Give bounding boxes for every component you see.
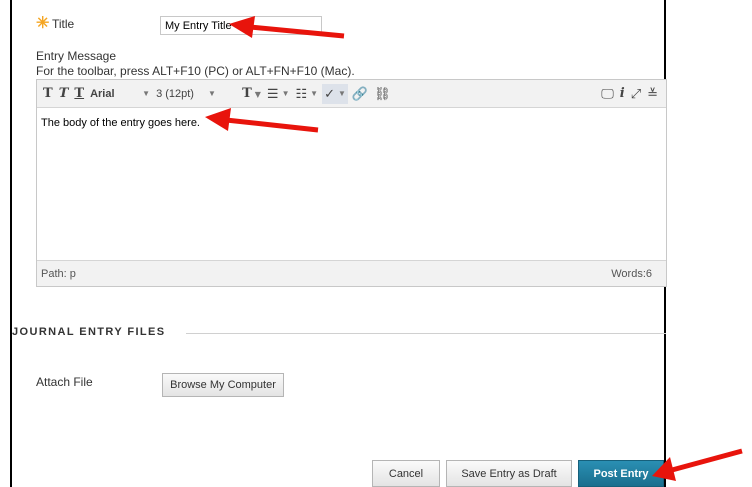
- spellcheck-icon[interactable]: ✓ ▼: [322, 83, 348, 104]
- chevron-down-icon: ▼: [207, 89, 216, 98]
- text-color-icon[interactable]: T ▼: [240, 84, 263, 104]
- editor-toolbar: T T T Arial ▼ 3 (12pt) ▼ T ▼ ☰ ▼ ☷ ▼ ✓ ▼ 🔗 ⛓…: [37, 80, 666, 108]
- editor-statusbar: Path: p Words:6: [37, 260, 666, 286]
- info-icon[interactable]: i: [618, 84, 627, 104]
- text-underline-icon[interactable]: T: [72, 84, 86, 104]
- text-italic-icon[interactable]: T: [57, 84, 71, 104]
- title-label: Title: [52, 17, 75, 31]
- path-indicator: Path: p: [41, 267, 76, 280]
- preview-icon[interactable]: 🖵: [599, 84, 616, 104]
- font-size-value: 3 (12pt): [156, 87, 194, 100]
- section-title: JOURNAL ENTRY FILES: [12, 326, 166, 338]
- font-family-value: Arial: [90, 87, 115, 100]
- arrow-post-icon: [671, 448, 743, 473]
- save-draft-button[interactable]: Save Entry as Draft: [446, 460, 572, 487]
- required-star-icon: ✳: [36, 15, 50, 32]
- section-divider: [186, 333, 666, 334]
- editor-body[interactable]: The body of the entry goes here.: [37, 109, 666, 261]
- unlink-icon[interactable]: ⛓: [372, 84, 393, 104]
- bullet-list-icon[interactable]: ☰ ▼: [265, 84, 292, 104]
- toolbar-hint: For the toolbar, press ALT+F10 (PC) or A…: [36, 64, 355, 78]
- browse-computer-button[interactable]: Browse My Computer: [162, 373, 284, 397]
- text-bold-icon[interactable]: T: [41, 84, 55, 104]
- expand-toolbar-icon[interactable]: ≚: [645, 84, 660, 104]
- word-count: Words:6: [611, 267, 652, 280]
- link-icon[interactable]: 🔗: [350, 84, 370, 104]
- font-size-select[interactable]: 3 (12pt) ▼: [154, 84, 238, 104]
- font-family-select[interactable]: Arial ▼: [88, 84, 152, 104]
- entry-message-label: Entry Message: [36, 49, 117, 63]
- post-entry-button[interactable]: Post Entry: [578, 460, 664, 487]
- title-input[interactable]: My Entry Title: [160, 16, 322, 35]
- numbered-list-icon[interactable]: ☷ ▼: [293, 84, 320, 104]
- chevron-down-icon: ▼: [142, 89, 151, 98]
- rich-text-editor: T T T Arial ▼ 3 (12pt) ▼ T ▼ ☰ ▼ ☷ ▼ ✓ ▼ 🔗 ⛓…: [36, 79, 667, 287]
- cancel-button[interactable]: Cancel: [372, 460, 440, 487]
- fullscreen-icon[interactable]: ⤢: [629, 84, 643, 104]
- attach-file-label: Attach File: [36, 375, 93, 389]
